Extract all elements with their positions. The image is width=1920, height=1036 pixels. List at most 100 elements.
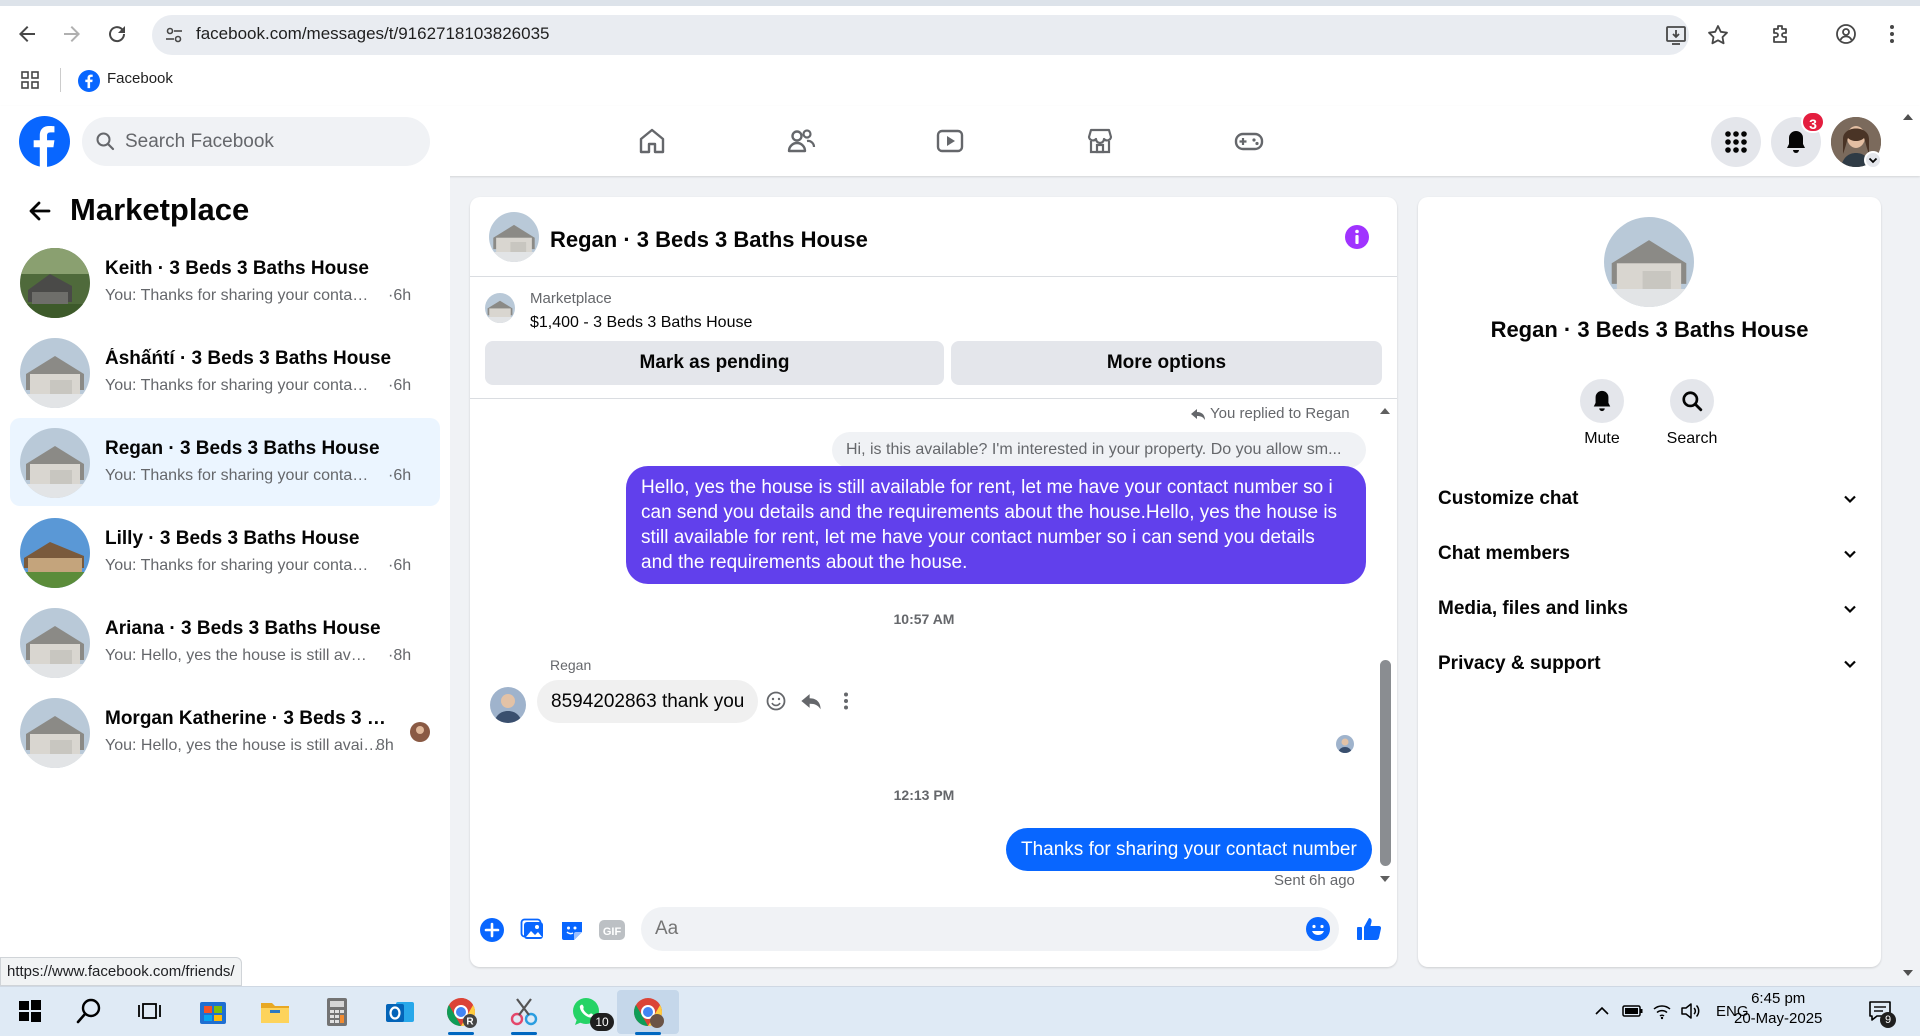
- conversation-name: Áshấńtí · 3 Beds 3 Baths House: [105, 348, 392, 369]
- bookmark-star-icon[interactable]: [1706, 23, 1730, 47]
- menu-grid-button[interactable]: [1711, 117, 1761, 167]
- scroll-down-arrow[interactable]: [1379, 874, 1391, 884]
- chat-title[interactable]: Regan · 3 Beds 3 Baths House: [550, 227, 868, 253]
- conversation-item-lilly[interactable]: Lilly · 3 Beds 3 Baths House You: Thanks…: [10, 508, 440, 596]
- search-in-conversation-button[interactable]: [1670, 379, 1714, 423]
- customize-chat-row[interactable]: Customize chat: [1438, 480, 1861, 520]
- reload-icon[interactable]: [105, 22, 129, 46]
- like-thumb-icon[interactable]: [1354, 914, 1384, 944]
- chrome-profile-r-icon[interactable]: R: [441, 992, 481, 1032]
- snipping-tool-icon[interactable]: [504, 992, 544, 1032]
- media-files-links-row[interactable]: Media, files and links: [1438, 590, 1861, 630]
- facebook-logo-icon[interactable]: [19, 116, 70, 167]
- outgoing-message-bubble[interactable]: Hello, yes the house is still available …: [626, 466, 1366, 584]
- read-receipt-avatar: [1336, 735, 1354, 753]
- url-text[interactable]: facebook.com/messages/t/9162718103826035: [196, 24, 549, 44]
- file-explorer-icon[interactable]: [255, 992, 295, 1032]
- watch-icon[interactable]: [934, 125, 966, 157]
- tray-time: 6:45 pm: [1751, 990, 1806, 1007]
- home-icon[interactable]: [636, 125, 668, 157]
- site-info-icon[interactable]: [164, 25, 184, 45]
- section-label: Media, files and links: [1438, 598, 1629, 619]
- taskbar-search-icon[interactable]: [75, 996, 105, 1026]
- mark-as-pending-button[interactable]: Mark as pending: [485, 341, 944, 385]
- message-input-field[interactable]: [655, 915, 1275, 943]
- tray-clock[interactable]: 6:45 pm 20-May-2025: [1734, 990, 1822, 1027]
- conversation-info-icon[interactable]: [1344, 224, 1370, 250]
- page-scroll-up-arrow[interactable]: [1902, 112, 1914, 122]
- back-icon[interactable]: [15, 22, 39, 46]
- conversation-item-keith[interactable]: Keith · 3 Beds 3 Baths House You: Thanks…: [10, 238, 440, 326]
- privacy-support-row[interactable]: Privacy & support: [1438, 645, 1861, 685]
- battery-icon[interactable]: [1622, 1002, 1644, 1020]
- conversation-time: ·8h: [388, 647, 412, 664]
- windows-start-icon[interactable]: [18, 999, 42, 1023]
- task-view-icon[interactable]: [136, 999, 162, 1023]
- conversation-avatar: [20, 248, 90, 318]
- incoming-message-bubble[interactable]: 8594202863 thank you: [537, 680, 759, 723]
- search-label[interactable]: Search: [1647, 430, 1737, 448]
- page-scroll-down-arrow[interactable]: [1902, 968, 1914, 978]
- house-photo-icon: [20, 428, 90, 498]
- listing-detail[interactable]: $1,400 - 3 Beds 3 Baths House: [530, 314, 752, 332]
- more-actions-icon[interactable]: [835, 690, 857, 712]
- outgoing-message-bubble[interactable]: Thanks for sharing your contact number: [1006, 828, 1372, 871]
- mute-label[interactable]: Mute: [1557, 430, 1647, 448]
- reply-action-icon[interactable]: [800, 690, 822, 712]
- quoted-message[interactable]: Hi, is this available? I'm interested in…: [832, 432, 1366, 468]
- chat-header-avatar[interactable]: [489, 212, 539, 262]
- sticker-icon[interactable]: [559, 917, 585, 943]
- details-avatar[interactable]: [1604, 217, 1694, 307]
- bell-icon: [1593, 390, 1611, 412]
- tray-date: 20-May-2025: [1734, 1010, 1823, 1027]
- message-input[interactable]: [641, 907, 1339, 951]
- calculator-icon[interactable]: [317, 992, 357, 1032]
- volume-icon[interactable]: [1680, 1002, 1702, 1020]
- conversation-item-ariana[interactable]: Ariana · 3 Beds 3 Baths House You: Hello…: [10, 598, 440, 686]
- account-menu-chevron[interactable]: [1864, 151, 1882, 169]
- microsoft-store-icon[interactable]: [193, 992, 233, 1032]
- forward-icon[interactable]: [60, 22, 84, 46]
- house-photo-icon: [485, 293, 515, 323]
- install-app-icon[interactable]: [1664, 23, 1688, 47]
- more-options-button[interactable]: More options: [951, 341, 1382, 385]
- bookmark-facebook[interactable]: [78, 70, 100, 92]
- bookmark-facebook-label[interactable]: Facebook: [107, 70, 173, 87]
- tray-overflow-chevron-icon[interactable]: [1593, 1002, 1611, 1020]
- profile-icon[interactable]: [1834, 22, 1858, 46]
- marketplace-icon[interactable]: [1084, 125, 1116, 157]
- friends-icon[interactable]: [785, 125, 817, 157]
- add-attachment-icon[interactable]: [479, 917, 505, 943]
- scroll-up-arrow[interactable]: [1379, 406, 1391, 416]
- details-name: Regan · 3 Beds 3 Baths House: [1490, 317, 1809, 342]
- chrome-icon[interactable]: [628, 992, 668, 1032]
- photo-icon[interactable]: [520, 917, 546, 943]
- read-receipt-icon: [410, 722, 430, 742]
- svg-text:GIF: GIF: [603, 926, 622, 938]
- sender-avatar[interactable]: [490, 687, 526, 723]
- section-label: Privacy & support: [1438, 653, 1601, 674]
- gaming-icon[interactable]: [1233, 125, 1265, 157]
- conversation-item-morgan-katherine[interactable]: Morgan Katherine · 3 Beds 3 Baths House …: [10, 688, 440, 776]
- wifi-icon[interactable]: [1652, 1002, 1672, 1020]
- react-emoji-icon[interactable]: [765, 690, 787, 712]
- listing-thumbnail[interactable]: [485, 293, 515, 323]
- extensions-icon[interactable]: [1769, 22, 1793, 46]
- house-photo-icon: [20, 518, 90, 588]
- apps-grid-icon[interactable]: [20, 70, 40, 90]
- conversation-item-regan[interactable]: Regan · 3 Beds 3 Baths House You: Thanks…: [10, 418, 440, 506]
- conversation-item-ashanti[interactable]: Áshấńtí · 3 Beds 3 Baths House You: Than…: [10, 328, 440, 416]
- mute-button[interactable]: [1580, 379, 1624, 423]
- chat-scrollbar-thumb[interactable]: [1380, 660, 1391, 866]
- house-photo-icon: [20, 248, 90, 318]
- message-timestamp: 10:57 AM: [893, 611, 955, 627]
- back-arrow-icon[interactable]: [26, 198, 52, 224]
- outlook-icon[interactable]: [380, 992, 420, 1032]
- listing-divider: [470, 398, 1397, 399]
- chat-members-row[interactable]: Chat members: [1438, 535, 1861, 575]
- browser-menu-icon[interactable]: [1880, 22, 1904, 46]
- conversation-preview: You: Thanks for sharing your contact num…: [105, 377, 375, 394]
- gif-icon[interactable]: GIF: [598, 917, 626, 943]
- emoji-picker-icon[interactable]: [1305, 916, 1331, 942]
- reply-icon: [1190, 406, 1206, 422]
